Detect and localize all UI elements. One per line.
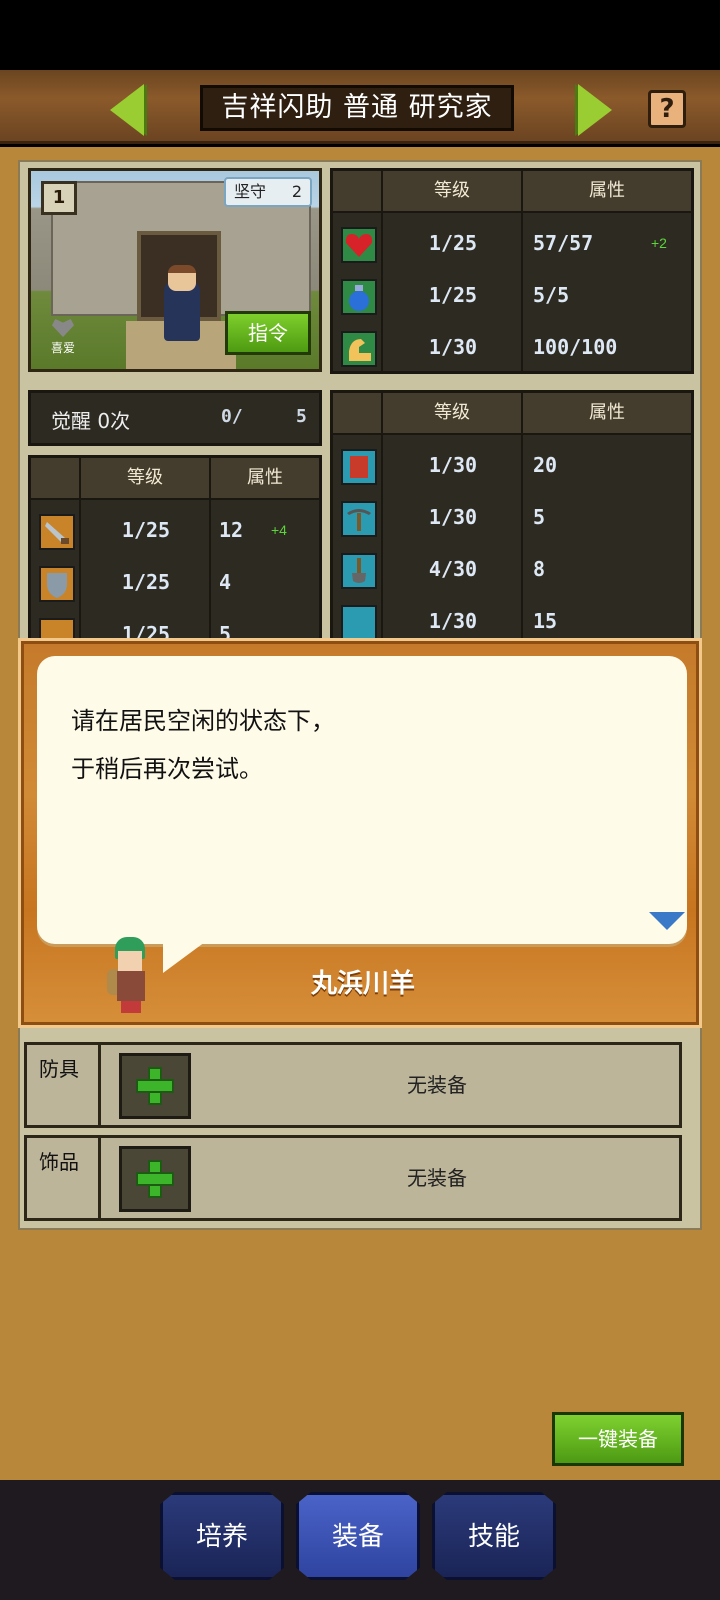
auto-equip-button[interactable]: 一键装备 (552, 1412, 684, 1466)
trait-level: 2 (291, 182, 302, 201)
stat-bonus: +2 (651, 235, 667, 251)
stat-value: 100/100 (533, 335, 618, 359)
prev-resident-arrow-icon[interactable] (110, 84, 144, 136)
sword-icon (39, 514, 75, 550)
equip-slot-accessory[interactable]: 饰品 无装备 (24, 1135, 682, 1221)
trait-name: 坚守 (234, 182, 267, 201)
work-stats-table: 等级 属性 1/30 20 1/30 5 4/30 8 1/30 15 (330, 390, 694, 645)
stat-value: 15 (533, 609, 558, 633)
floor-badge: 1 (41, 181, 77, 215)
stat-value: 5 (533, 505, 546, 529)
title-bar: 吉祥闪助 普通 研究家 ? (0, 70, 720, 144)
stat-level: 1/25 (428, 283, 478, 307)
stat-row-hp: 1/25 57/57 +2 (333, 219, 691, 271)
stat-row-digging: 4/30 8 (333, 545, 691, 597)
stat-row-mp: 1/25 5/5 (333, 271, 691, 323)
bottom-navigation: 培养 装备 技能 (0, 1480, 720, 1600)
awaken-max: 5 (296, 406, 307, 427)
help-icon[interactable]: ? (648, 90, 686, 128)
header-attr: 属性 (523, 171, 691, 213)
stat-level: 1/25 (428, 231, 478, 255)
awaken-panel: 觉醒 0次 0/ 5 (28, 390, 322, 446)
stat-value: 5/5 (533, 283, 570, 307)
stat-row-mining: 1/30 5 (333, 493, 691, 545)
header-level: 等级 (383, 393, 523, 435)
header-blank (31, 458, 81, 500)
header-blank (333, 171, 383, 213)
stat-level: 1/30 (428, 505, 478, 529)
stat-level: 1/25 (121, 570, 171, 594)
shovel-icon (341, 553, 377, 589)
stat-level: 1/30 (428, 335, 478, 359)
next-triangle-icon[interactable] (649, 912, 685, 930)
stat-row-defense: 1/25 4 (31, 558, 319, 610)
add-armor-button[interactable] (119, 1053, 191, 1119)
stat-level: 1/30 (428, 609, 478, 633)
message-dialog[interactable]: 请在居民空闲的状态下， 于稍后再次尝试。 丸浜川羊 (18, 638, 702, 1028)
stat-level: 4/30 (428, 557, 478, 581)
stat-value: 12 (219, 518, 244, 542)
plus-icon (138, 1069, 172, 1103)
slot-label: 饰品 (27, 1138, 101, 1218)
tab-skills[interactable]: 技能 (432, 1492, 556, 1580)
add-accessory-button[interactable] (119, 1146, 191, 1212)
potion-icon (341, 279, 377, 315)
stat-level: 1/25 (121, 518, 171, 542)
tab-train[interactable]: 培养 (160, 1492, 284, 1580)
plus-icon (138, 1162, 172, 1196)
slot-value: 无装备 (407, 1073, 467, 1097)
header-blank (333, 393, 383, 435)
stat-level: 1/30 (428, 453, 478, 477)
dialog-text: 请在居民空闲的状态下， 于稍后再次尝试。 (71, 708, 335, 783)
stat-value: 8 (533, 557, 546, 581)
awaken-current: 0/ (221, 406, 243, 427)
book-icon (341, 449, 377, 485)
combat-stats-table: 等级 属性 1/25 12 +4 1/25 4 1/25 5 (28, 455, 322, 654)
command-button[interactable]: 指令 (225, 311, 311, 355)
heart-icon (341, 227, 377, 263)
equip-slot-armor[interactable]: 防具 无装备 (24, 1042, 682, 1128)
awaken-label: 觉醒 0次 (51, 409, 131, 433)
muscle-icon (341, 331, 377, 367)
header-attr: 属性 (523, 393, 691, 435)
header-level: 等级 (81, 458, 211, 500)
speech-bubble: 请在居民空闲的状态下， 于稍后再次尝试。 (37, 656, 687, 944)
speaker-name: 丸浜川羊 (310, 969, 415, 999)
stat-row-attack: 1/25 12 +4 (31, 506, 319, 558)
slot-value: 无装备 (407, 1166, 467, 1190)
primary-stats-table: 等级 属性 1/25 57/57 +2 1/25 5/5 1/30 100/10… (330, 168, 694, 374)
stat-row-stamina: 1/30 100/100 (333, 323, 691, 375)
slot-label: 防具 (27, 1045, 101, 1125)
heart-icon (52, 319, 74, 337)
favorite-label: 喜爱 (50, 341, 75, 355)
stat-value: 57/57 (533, 231, 594, 255)
favorite-toggle[interactable]: 喜爱 (43, 319, 83, 356)
status-bar (0, 0, 720, 70)
chest-icon (341, 605, 377, 641)
pickaxe-icon (341, 501, 377, 537)
resident-portrait: 1 坚守 2 喜爱 指令 (28, 168, 322, 372)
header-attr: 属性 (211, 458, 319, 500)
shield-icon (39, 566, 75, 602)
tab-equipment[interactable]: 装备 (296, 1492, 420, 1580)
header-level: 等级 (383, 171, 523, 213)
trait-tag[interactable]: 坚守 2 (224, 177, 312, 207)
resident-sprite-head (168, 265, 196, 291)
stat-value: 20 (533, 453, 558, 477)
next-resident-arrow-icon[interactable] (578, 84, 612, 136)
stat-value: 4 (219, 570, 232, 594)
stat-bonus: +4 (271, 522, 287, 538)
stat-row-study: 1/30 20 (333, 441, 691, 493)
resident-title: 吉祥闪助 普通 研究家 (200, 85, 514, 131)
